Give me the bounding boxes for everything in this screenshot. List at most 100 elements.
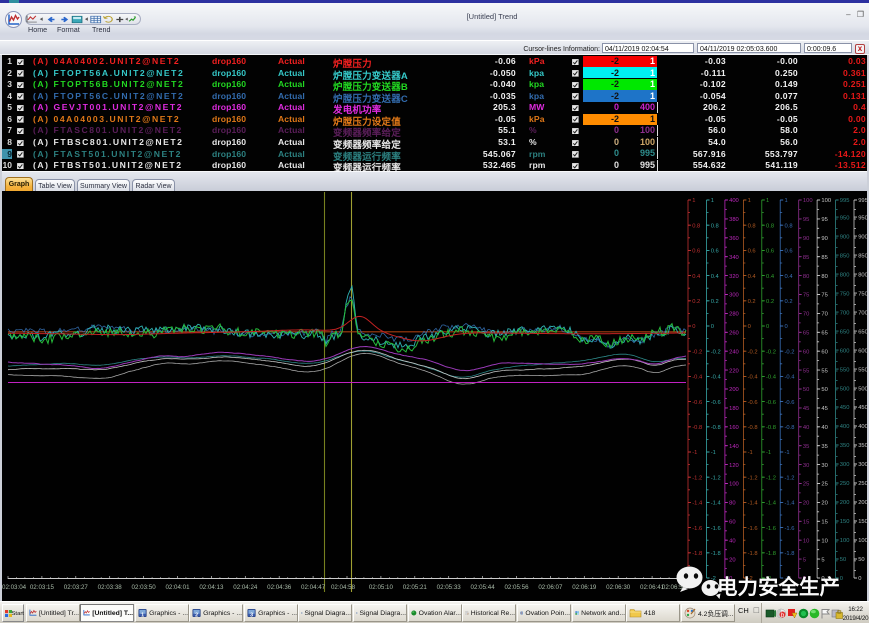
svg-text:-1.8: -1.8 (748, 551, 758, 557)
svg-text:1: 1 (692, 198, 695, 204)
svg-text:900: 900 (840, 234, 850, 240)
svg-text:0.8: 0.8 (711, 223, 719, 229)
svg-text:02:05:10: 02:05:10 (369, 584, 394, 591)
svg-text:-1.6: -1.6 (748, 526, 758, 532)
svg-text:90: 90 (821, 236, 827, 242)
svg-text:0.4: 0.4 (748, 274, 757, 280)
svg-text:1: 1 (748, 198, 751, 204)
svg-text:60: 60 (803, 349, 809, 355)
svg-text:65: 65 (803, 331, 809, 337)
svg-text:-0.8: -0.8 (785, 425, 795, 431)
svg-text:220: 220 (729, 368, 739, 374)
svg-text:-1.6: -1.6 (692, 526, 702, 532)
svg-text:-0.8: -0.8 (766, 425, 776, 431)
svg-text:75: 75 (803, 293, 809, 299)
svg-text:100: 100 (729, 482, 739, 488)
svg-text:-0.4: -0.4 (748, 375, 759, 381)
svg-text:700: 700 (840, 310, 850, 316)
svg-text:02:03:38: 02:03:38 (98, 584, 123, 591)
svg-text:140: 140 (729, 444, 739, 450)
svg-text:0.2: 0.2 (711, 299, 719, 305)
svg-text:-0.4: -0.4 (711, 375, 722, 381)
svg-text:200: 200 (840, 500, 850, 506)
svg-text:-1.6: -1.6 (711, 526, 721, 532)
svg-text:-1: -1 (711, 450, 716, 456)
svg-text:60: 60 (729, 520, 735, 526)
svg-text:35: 35 (803, 444, 809, 450)
svg-text:80: 80 (729, 501, 735, 507)
svg-text:02:04:47: 02:04:47 (301, 584, 326, 591)
svg-text:600: 600 (840, 348, 850, 354)
svg-text:20: 20 (821, 501, 827, 507)
svg-text:50: 50 (821, 387, 827, 393)
svg-text:0.6: 0.6 (711, 249, 719, 255)
svg-text:320: 320 (729, 274, 739, 280)
svg-text:30: 30 (821, 463, 827, 469)
svg-text:02:06:30: 02:06:30 (606, 584, 631, 591)
svg-text:20: 20 (803, 501, 809, 507)
svg-text:15: 15 (803, 520, 809, 526)
svg-text:300: 300 (840, 462, 850, 468)
svg-text:100: 100 (803, 198, 813, 204)
svg-text:3: 3 (250, 612, 253, 618)
svg-text:15: 15 (821, 520, 827, 526)
svg-text:-1.2: -1.2 (785, 475, 795, 481)
svg-text:280: 280 (729, 312, 739, 318)
svg-text:1: 1 (766, 198, 769, 204)
svg-text:02:06:19: 02:06:19 (572, 584, 597, 591)
svg-text:75: 75 (821, 293, 827, 299)
svg-text:-1.8: -1.8 (711, 551, 721, 557)
svg-text:55: 55 (821, 368, 827, 374)
svg-text:-1: -1 (785, 450, 790, 456)
svg-text:-1.6: -1.6 (785, 526, 795, 532)
svg-text:-0.4: -0.4 (692, 375, 703, 381)
svg-text:02:03:27: 02:03:27 (64, 584, 89, 591)
svg-text:-1.8: -1.8 (692, 551, 702, 557)
svg-text:45: 45 (803, 406, 809, 412)
svg-text:-0.6: -0.6 (748, 400, 758, 406)
svg-text:80: 80 (803, 274, 809, 280)
svg-text:-0.2: -0.2 (711, 349, 721, 355)
svg-text:0.2: 0.2 (692, 299, 700, 305)
svg-text:-1.4: -1.4 (785, 501, 796, 507)
svg-text:-0.2: -0.2 (766, 349, 776, 355)
svg-text:-1.4: -1.4 (692, 501, 703, 507)
svg-text:-0.4: -0.4 (785, 375, 796, 381)
svg-text:550: 550 (840, 367, 850, 373)
svg-text:0.2: 0.2 (766, 299, 774, 305)
svg-text:995: 995 (840, 198, 850, 204)
svg-text:60: 60 (821, 349, 827, 355)
svg-text:-1.4: -1.4 (711, 501, 722, 507)
svg-text:02:04:58: 02:04:58 (331, 584, 356, 591)
svg-text:85: 85 (803, 255, 809, 261)
svg-text:0.6: 0.6 (748, 249, 756, 255)
svg-text:0.8: 0.8 (766, 223, 774, 229)
svg-text:02:05:33: 02:05:33 (437, 584, 462, 591)
svg-text:55: 55 (803, 368, 809, 374)
svg-text:50: 50 (840, 557, 846, 563)
svg-text:0.4: 0.4 (692, 274, 701, 280)
svg-text:85: 85 (821, 255, 827, 261)
svg-text:1: 1 (711, 198, 714, 204)
svg-text:95: 95 (821, 217, 827, 223)
svg-text:40: 40 (821, 425, 827, 431)
svg-text:650: 650 (840, 329, 850, 335)
svg-text:50: 50 (803, 387, 809, 393)
svg-text:360: 360 (729, 236, 739, 242)
svg-text:25: 25 (803, 482, 809, 488)
svg-text:02:04:01: 02:04:01 (165, 584, 190, 591)
svg-text:0.8: 0.8 (692, 223, 700, 229)
svg-text:100: 100 (821, 198, 831, 204)
svg-text:-1.8: -1.8 (766, 551, 776, 557)
svg-text:10: 10 (821, 538, 827, 544)
svg-text:180: 180 (729, 406, 739, 412)
svg-text:-0.6: -0.6 (711, 400, 721, 406)
svg-text:250: 250 (840, 481, 850, 487)
svg-text:-1.2: -1.2 (748, 475, 758, 481)
svg-text:20: 20 (729, 557, 735, 563)
svg-text:90: 90 (803, 236, 809, 242)
svg-text:35: 35 (821, 444, 827, 450)
svg-text:350: 350 (840, 443, 850, 449)
svg-text:-0.8: -0.8 (692, 425, 702, 431)
svg-text:0: 0 (858, 576, 861, 582)
